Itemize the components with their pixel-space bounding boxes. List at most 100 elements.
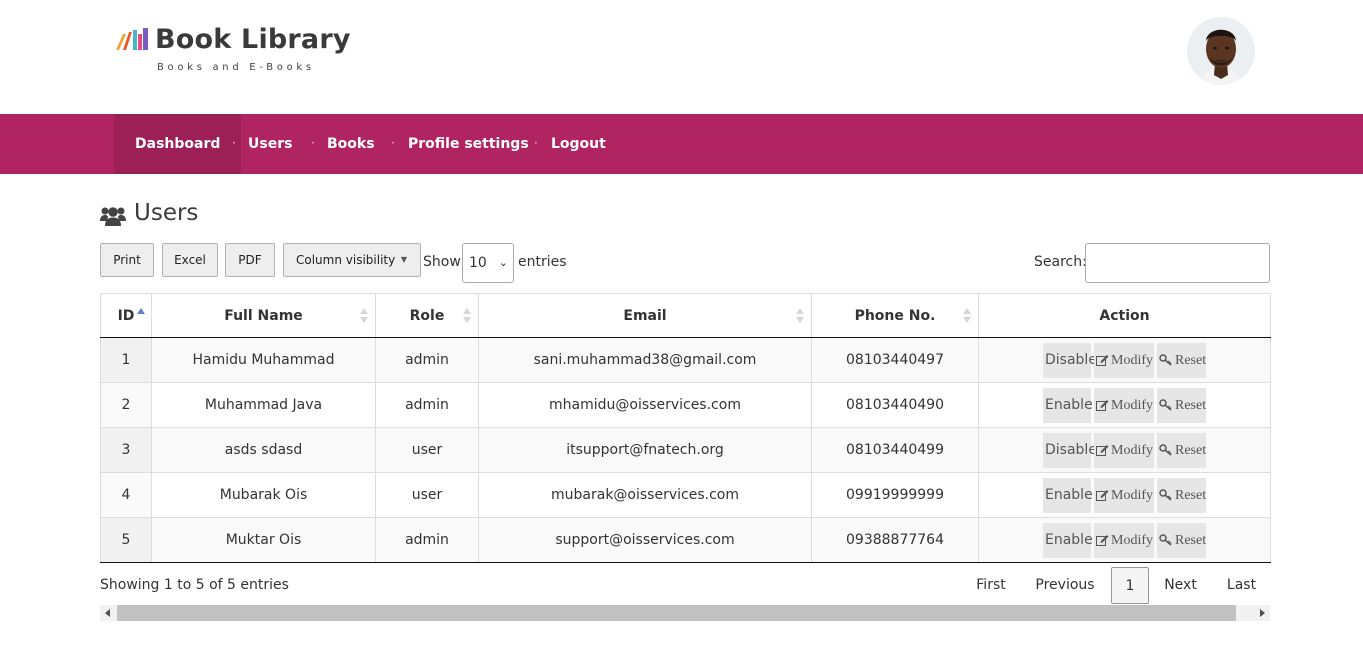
modify-label: Modify: [1111, 487, 1153, 503]
reset-label: Reset: [1175, 442, 1207, 458]
column-header-action: Action: [978, 293, 1271, 338]
cell-full-name: Hamidu Muhammad: [151, 337, 376, 383]
cell-phone: 08103440490: [811, 382, 979, 428]
excel-button[interactable]: Excel: [162, 243, 218, 277]
column-visibility-button[interactable]: Column visibility ▼: [283, 243, 421, 277]
column-header-full-name[interactable]: Full Name: [151, 293, 376, 338]
modify-button[interactable]: Modify: [1094, 387, 1154, 423]
reset-button[interactable]: Reset: [1157, 522, 1206, 558]
nav-item-profile-settings[interactable]: Profile settings: [408, 114, 529, 174]
reset-button[interactable]: Reset: [1157, 432, 1207, 468]
edit-icon: [1096, 353, 1111, 368]
table-row: 1 Hamidu Muhammad admin sani.muhammad38@gma…: [100, 337, 1271, 383]
scrollbar-thumb[interactable]: [117, 605, 1236, 621]
modify-button[interactable]: Modify: [1094, 522, 1154, 558]
main-nav: Dashboard · Users · Books · Profile sett…: [0, 114, 1363, 174]
users-table: ID Full Name Role Email Phone No. Action…: [100, 293, 1271, 563]
pagination-first[interactable]: First: [969, 567, 1013, 604]
nav-item-logout[interactable]: Logout: [551, 114, 606, 174]
toggle-status-button[interactable]: Enable: [1043, 522, 1093, 558]
edit-icon: [1096, 533, 1111, 548]
toggle-status-button[interactable]: Enable: [1043, 477, 1093, 513]
cell-full-name: Muhammad Java: [151, 382, 376, 428]
scroll-right-icon[interactable]: [1253, 605, 1270, 621]
cell-id: 4: [100, 472, 152, 518]
pagination-page-1[interactable]: 1: [1111, 567, 1149, 604]
user-avatar-icon: [1187, 17, 1255, 85]
reset-label: Reset: [1175, 352, 1207, 368]
nav-separator: ·: [534, 136, 538, 150]
cell-id: 2: [100, 382, 152, 428]
key-icon: [1159, 533, 1175, 548]
cell-email: mubarak@oisservices.com: [478, 472, 812, 518]
sort-icon: [963, 308, 971, 324]
pagination-last[interactable]: Last: [1220, 567, 1263, 604]
column-header-role[interactable]: Role: [375, 293, 479, 338]
pagination-previous[interactable]: Previous: [1030, 567, 1100, 604]
cell-id: 5: [100, 517, 152, 563]
key-icon: [1159, 398, 1175, 413]
nav-separator: ·: [391, 136, 395, 150]
toggle-status-button[interactable]: Disable: [1043, 342, 1097, 378]
cell-phone: 08103440499: [811, 427, 979, 473]
caret-down-icon: ▼: [400, 255, 407, 264]
column-visibility-label: Column visibility: [296, 253, 396, 267]
table-header-row: ID Full Name Role Email Phone No. Action: [100, 293, 1271, 338]
pdf-button[interactable]: PDF: [225, 243, 275, 277]
cell-actions: Disable Modify Reset: [978, 337, 1271, 383]
cell-role: user: [375, 472, 479, 518]
cell-role: user: [375, 427, 479, 473]
brand-subtitle: Books and E-Books: [157, 62, 315, 73]
search-label: Search:: [1034, 254, 1087, 270]
nav-separator: ·: [232, 136, 236, 150]
reset-button[interactable]: Reset: [1157, 477, 1207, 513]
table-row: 3 asds sdasd user itsupport@fnatech.org 0810…: [100, 427, 1271, 473]
pagination-next[interactable]: Next: [1158, 567, 1203, 604]
page-title-text: Users: [134, 200, 199, 226]
print-button[interactable]: Print: [100, 243, 154, 277]
scroll-left-icon[interactable]: [100, 605, 117, 621]
table-row: 4 Mubarak Ois user mubarak@oisservices.com 0…: [100, 472, 1271, 518]
edit-icon: [1096, 398, 1111, 413]
nav-item-dashboard[interactable]: Dashboard: [114, 114, 242, 174]
modify-label: Modify: [1111, 352, 1153, 368]
modify-button[interactable]: Modify: [1094, 432, 1154, 468]
sort-icon: [796, 308, 804, 324]
key-icon: [1159, 488, 1175, 503]
nav-item-books[interactable]: Books: [327, 114, 375, 174]
nav-item-users[interactable]: Users: [248, 114, 292, 174]
cell-email: mhamidu@oisservices.com: [478, 382, 812, 428]
edit-icon: [1096, 443, 1111, 458]
reset-label: Reset: [1175, 487, 1207, 503]
cell-role: admin: [375, 517, 479, 563]
cell-email: sani.muhammad38@gmail.com: [478, 337, 812, 383]
column-header-id[interactable]: ID: [100, 293, 152, 338]
horizontal-scrollbar[interactable]: [100, 605, 1270, 621]
table-info: Showing 1 to 5 of 5 entries: [100, 577, 289, 593]
users-icon: [100, 207, 126, 226]
cell-email: itsupport@fnatech.org: [478, 427, 812, 473]
search-input[interactable]: [1085, 243, 1270, 283]
entries-label: entries: [518, 254, 567, 270]
reset-button[interactable]: Reset: [1157, 387, 1206, 423]
toggle-status-button[interactable]: Enable: [1043, 387, 1093, 423]
column-header-email[interactable]: Email: [478, 293, 812, 338]
entries-per-page-select[interactable]: 10 ⌄: [462, 243, 514, 283]
cell-phone: 08103440497: [811, 337, 979, 383]
nav-separator: ·: [311, 136, 315, 150]
avatar[interactable]: [1187, 17, 1255, 85]
modify-button[interactable]: Modify: [1094, 477, 1154, 513]
sort-icon: [463, 308, 471, 324]
table-row: 2 Muhammad Java admin mhamidu@oisservices.c…: [100, 382, 1271, 428]
toggle-status-button[interactable]: Disable: [1043, 432, 1097, 468]
modify-button[interactable]: Modify: [1094, 342, 1154, 378]
reset-button[interactable]: Reset: [1157, 342, 1207, 378]
cell-id: 1: [100, 337, 152, 383]
sort-icon: [360, 308, 368, 324]
cell-id: 3: [100, 427, 152, 473]
cell-full-name: Muktar Ois: [151, 517, 376, 563]
column-header-phone[interactable]: Phone No.: [811, 293, 979, 338]
modify-label: Modify: [1111, 442, 1153, 458]
sort-asc-icon: [137, 308, 145, 314]
cell-role: admin: [375, 337, 479, 383]
